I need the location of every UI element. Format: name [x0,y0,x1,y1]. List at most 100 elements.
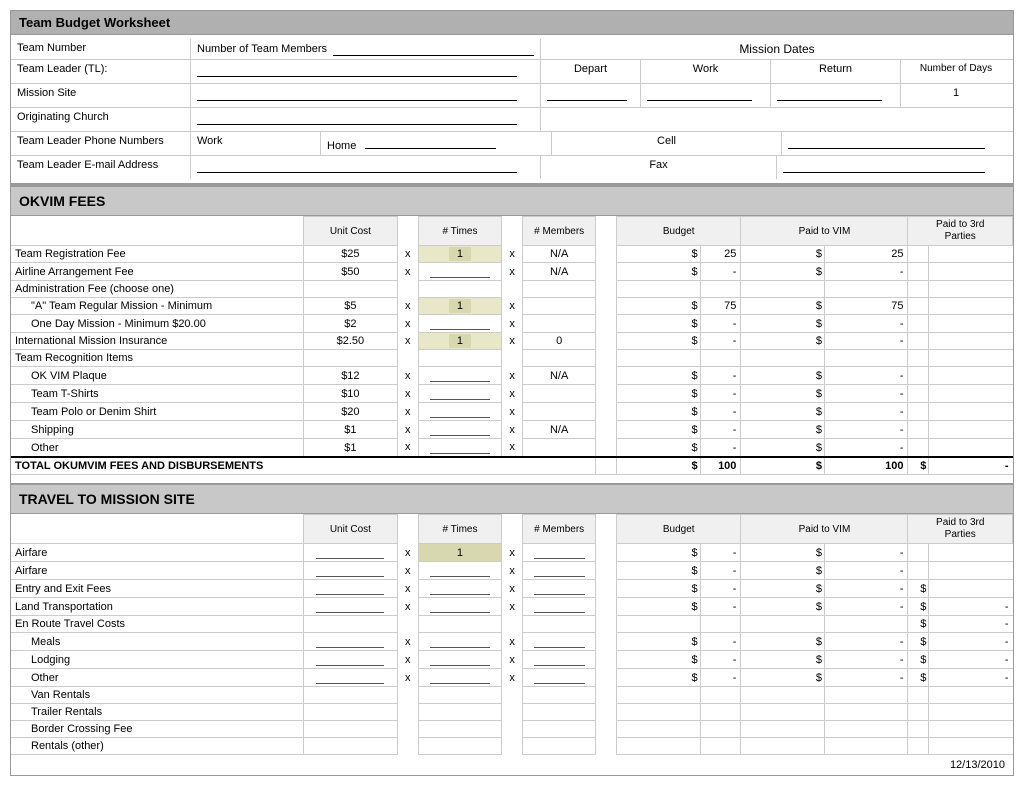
members-field[interactable] [523,315,596,333]
row-desc: Shipping [11,421,303,439]
team-leader-row: Team Leader (TL): Depart Work Return Num… [11,60,1013,84]
times-field[interactable] [418,385,502,403]
times-field[interactable] [418,651,502,669]
members-field[interactable] [523,687,596,704]
unit-cost[interactable] [303,704,397,721]
row-desc: International Mission Insurance [11,333,303,350]
unit-cost[interactable] [303,562,397,580]
members-field[interactable] [523,721,596,738]
members-field[interactable]: 0 [523,333,596,350]
table-row: Meals x x $ - $ - $ - [11,633,1013,651]
vim-dollar: $ [741,562,825,580]
email-field[interactable] [191,156,541,179]
members-field[interactable] [523,598,596,616]
table-row: International Mission Insurance $2.50 x … [11,333,1013,350]
members-field[interactable] [523,633,596,651]
times-field[interactable] [418,669,502,687]
times-field[interactable] [418,704,502,721]
vim-dollar: $ [741,333,825,350]
x-symbol [397,687,418,704]
members-field[interactable] [523,651,596,669]
travel-col-vim: Paid to VIM [741,515,908,544]
fax-field[interactable] [777,156,1013,179]
members-field[interactable]: N/A [523,246,596,263]
times-field[interactable]: 1 [418,246,502,263]
unit-cost[interactable] [303,651,397,669]
travel-col-budget: Budget [617,515,741,544]
members-field[interactable] [523,616,596,633]
unit-cost[interactable] [303,669,397,687]
third-dollar [908,421,929,439]
vim-val [824,721,908,738]
unit-cost[interactable] [303,544,397,562]
times-field[interactable] [418,580,502,598]
members-field[interactable]: N/A [523,367,596,385]
times-field[interactable] [418,616,502,633]
depart-value[interactable] [541,84,641,107]
times-field[interactable] [418,633,502,651]
unit-cost[interactable] [303,598,397,616]
table-row: Airline Arrangement Fee $50 x x N/A $ - … [11,263,1013,281]
unit-cost[interactable] [303,580,397,598]
orig-church-field[interactable] [191,108,541,131]
worksheet-title: Team Budget Worksheet [11,11,1013,35]
members-field[interactable] [523,439,596,458]
times-field[interactable] [418,421,502,439]
times-field[interactable]: 1 [418,544,502,562]
members-field[interactable] [523,385,596,403]
members-field[interactable] [523,738,596,755]
unit-cost[interactable] [303,687,397,704]
members-field[interactable] [523,580,596,598]
members-field[interactable]: N/A [523,263,596,281]
times-field[interactable] [418,562,502,580]
travel-col-3rd: Paid to 3rdParties [908,515,1013,544]
times-field[interactable] [418,403,502,421]
third-dollar [908,350,929,367]
num-members-field[interactable] [333,42,534,56]
members-field[interactable] [523,298,596,315]
phone-cell-field[interactable] [782,132,1013,155]
members-field[interactable] [523,544,596,562]
members-field[interactable] [523,562,596,580]
table-row: One Day Mission - Minimum $20.00 $2 x x … [11,315,1013,333]
members-field[interactable] [523,669,596,687]
unit-cost[interactable] [303,616,397,633]
times-field[interactable]: 1 [418,298,502,315]
times-field[interactable] [418,367,502,385]
budget-dollar: $ [617,385,701,403]
return-value[interactable] [771,84,901,107]
members-field[interactable]: N/A [523,421,596,439]
third-dollar: $ [908,580,929,598]
team-leader-field[interactable] [191,60,541,83]
unit-cost[interactable] [303,633,397,651]
times-field[interactable] [418,687,502,704]
members-field[interactable] [523,704,596,721]
unit-cost: $12 [303,367,397,385]
unit-cost[interactable] [303,721,397,738]
total-3rd-dollar: $ [908,457,929,475]
times-field[interactable] [418,598,502,616]
times-field[interactable] [418,721,502,738]
times-field[interactable] [418,439,502,458]
times-field[interactable] [418,738,502,755]
table-row: Team Registration Fee $25 x 1 x N/A $ 25… [11,246,1013,263]
x-symbol [397,704,418,721]
third-dollar [908,263,929,281]
budget-val [700,738,741,755]
worksheet: Team Budget Worksheet Team Number Number… [10,10,1014,776]
vim-dollar: $ [741,403,825,421]
budget-dollar: $ [617,298,701,315]
times-field[interactable] [418,315,502,333]
unit-cost[interactable] [303,738,397,755]
work-value[interactable] [641,84,771,107]
mission-site-field[interactable] [191,84,541,107]
table-row: En Route Travel Costs $ - [11,616,1013,633]
times-field[interactable]: 1 [418,333,502,350]
travel-section-header: TRAVEL TO MISSION SITE [11,483,1013,514]
row-desc: Trailer Rentals [11,704,303,721]
third-val [929,263,1013,281]
members-field[interactable] [523,403,596,421]
x-symbol2 [502,738,523,755]
unit-cost: $2.50 [303,333,397,350]
times-field[interactable] [418,263,502,281]
